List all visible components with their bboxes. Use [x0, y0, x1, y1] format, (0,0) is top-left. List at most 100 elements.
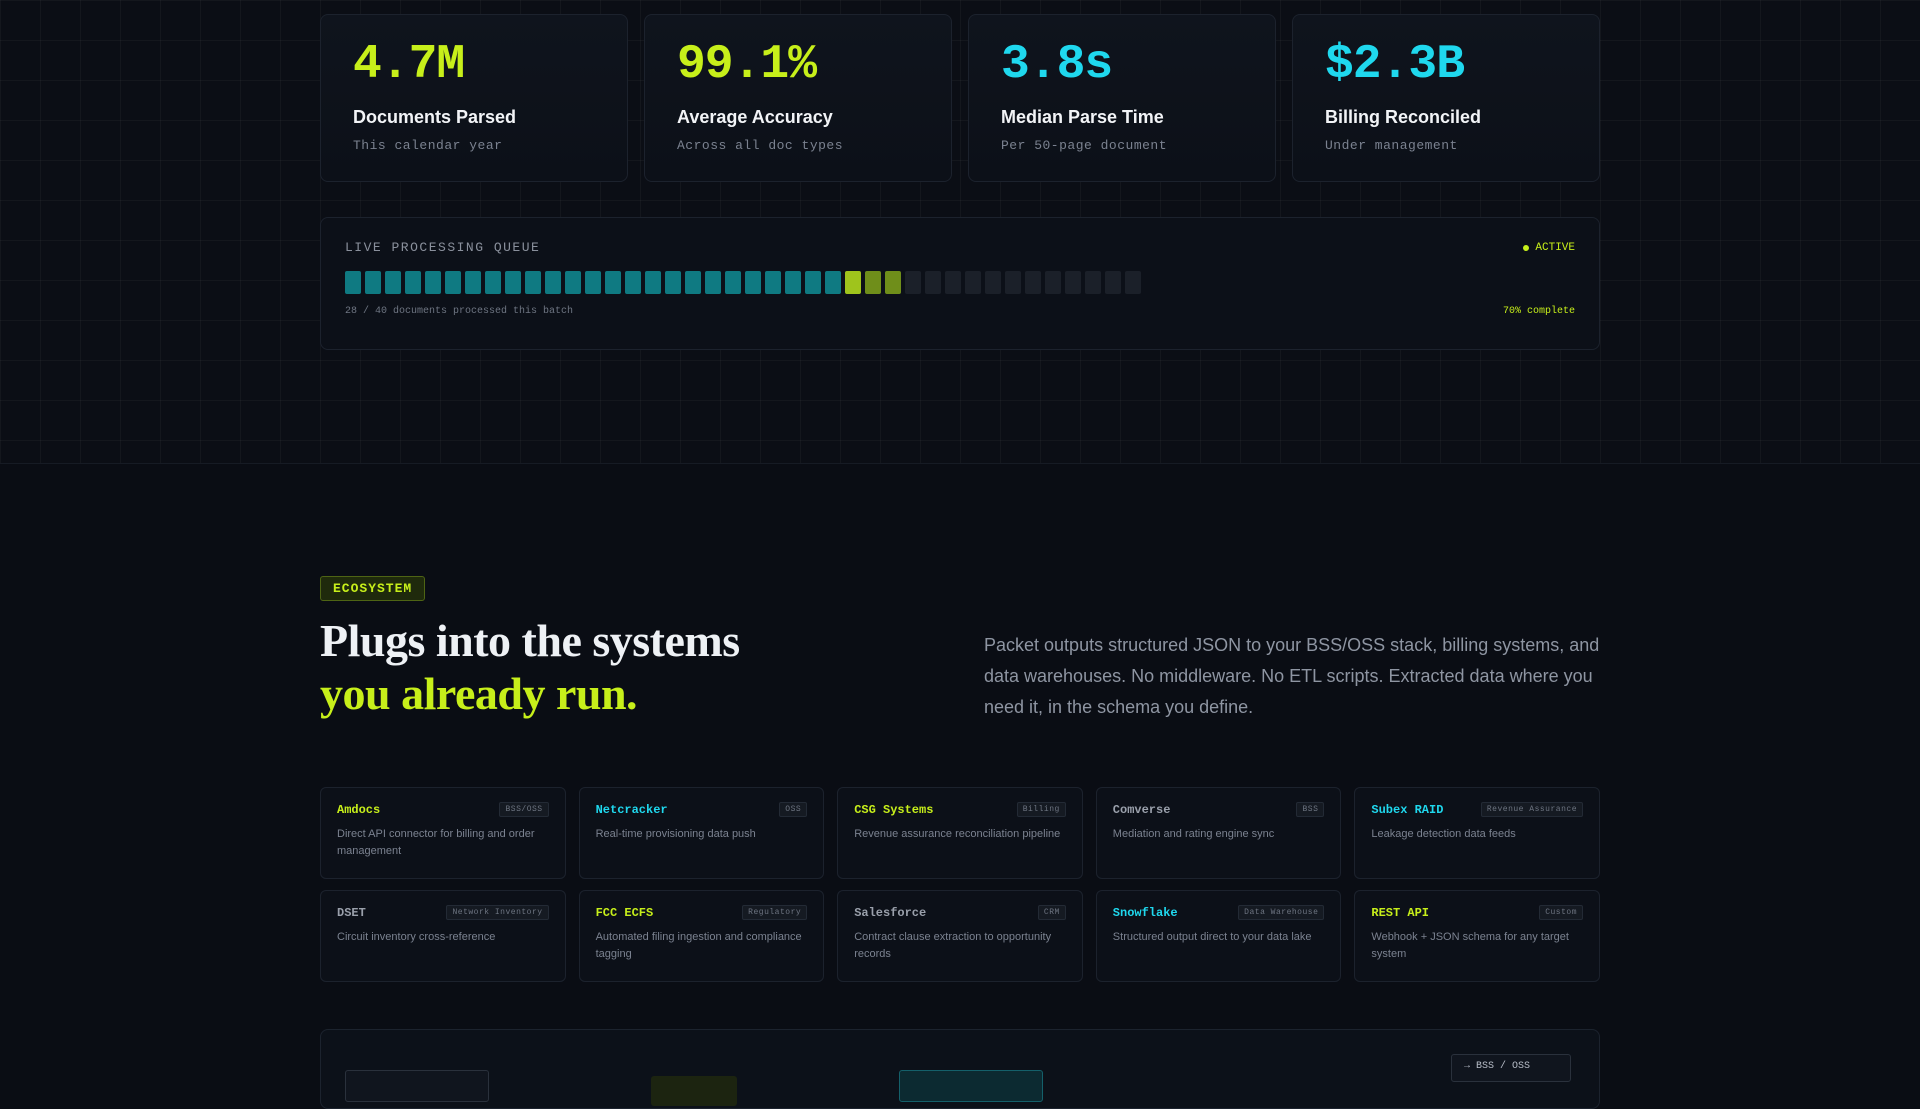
- stat-value: 3.8s: [1001, 38, 1113, 92]
- queue-status-text: ACTIVE: [1535, 241, 1575, 254]
- integration-description: Leakage detection data feeds: [1371, 828, 1516, 840]
- queue-status-badge: ACTIVE: [1523, 242, 1575, 254]
- queue-block: [625, 271, 641, 294]
- integration-description: Contract clause extraction to opportunit…: [854, 931, 1052, 960]
- integration-tag: Billing: [1016, 802, 1066, 817]
- integration-name: Comverse: [1112, 802, 1171, 817]
- integration-tag: BSS: [1296, 802, 1325, 817]
- integration-description: Real-time provisioning data push: [595, 828, 756, 840]
- stat-label: Median Parse Time: [1001, 107, 1164, 127]
- integration-tag: OSS: [779, 802, 808, 817]
- queue-block: [1085, 271, 1101, 294]
- integration-name: Netcracker: [595, 802, 668, 817]
- stat-label: Billing Reconciled: [1325, 107, 1482, 127]
- queue-block: [345, 271, 361, 294]
- queue-block: [925, 271, 941, 294]
- stat-subtext: Across all doc types: [677, 138, 844, 153]
- integration-description: Revenue assurance reconciliation pipelin…: [854, 828, 1061, 840]
- queue-block: [1025, 271, 1041, 294]
- stat-value: $2.3B: [1325, 38, 1465, 92]
- stat-value: 4.7M: [353, 38, 465, 92]
- queue-block: [785, 271, 801, 294]
- integration-description: Webhook + JSON schema for any target sys…: [1371, 931, 1569, 960]
- queue-title: LIVE PROCESSING QUEUE: [345, 240, 541, 255]
- section-badge: ECOSYSTEM: [320, 576, 426, 601]
- integration-tag: Custom: [1539, 905, 1583, 920]
- queue-block: [945, 271, 961, 294]
- integration-tag: CRM: [1037, 905, 1066, 920]
- integration-card-comverse[interactable]: Comverse BSS Mediation and rating engine …: [1095, 787, 1342, 879]
- queue-count-text: 28 / 40 documents processed this batch: [345, 306, 574, 317]
- queue-block: [865, 271, 881, 294]
- integration-grid: Amdocs BSS/OSS Direct API connector for b…: [320, 787, 1600, 982]
- queue-block: [645, 271, 661, 294]
- stat-label: Documents Parsed: [353, 107, 517, 127]
- integration-card-dset[interactable]: DSET Network Inventory Circuit inventory …: [320, 890, 566, 982]
- integration-name: Salesforce: [854, 905, 927, 920]
- queue-block: [1005, 271, 1021, 294]
- integration-name: Snowflake: [1112, 905, 1178, 920]
- stat-label: Average Accuracy: [677, 107, 833, 127]
- integration-name: DSET: [337, 905, 366, 920]
- queue-block: [605, 271, 621, 294]
- stat-card-average-accuracy: 99.1% Average Accuracy Across all doc ty…: [644, 14, 952, 182]
- integration-tag: Regulatory: [742, 905, 808, 920]
- queue-block: [805, 271, 821, 294]
- integration-card-csg-systems[interactable]: CSG Systems Billing Revenue assurance rec…: [837, 787, 1083, 879]
- integration-name: Amdocs: [337, 802, 381, 817]
- queue-block: [765, 271, 781, 294]
- queue-block: [585, 271, 601, 294]
- integration-tag: Network Inventory: [446, 905, 549, 920]
- integration-card-netcracker[interactable]: Netcracker OSS Real-time provisioning dat…: [578, 787, 825, 879]
- integration-name: CSG Systems: [854, 802, 934, 817]
- queue-block: [685, 271, 701, 294]
- stat-card-billing-reconciled: $2.3B Billing Reconciled Under managemen…: [1292, 14, 1600, 182]
- stats-row: 4.7M Documents Parsed This calendar year…: [320, 14, 1600, 182]
- integration-card-snowflake[interactable]: Snowflake Data Warehouse Structured outpu…: [1095, 890, 1342, 982]
- flow-output-node: [899, 1070, 1043, 1102]
- queue-block: [425, 271, 441, 294]
- integration-tag: Data Warehouse: [1238, 905, 1325, 920]
- queue-block: [985, 271, 1001, 294]
- stat-subtext: Under management: [1325, 138, 1458, 153]
- queue-block: [745, 271, 761, 294]
- integration-description: Automated filing ingestion and complianc…: [595, 931, 802, 960]
- queue-block: [1065, 271, 1081, 294]
- queue-block: [485, 271, 501, 294]
- queue-block: [885, 271, 901, 294]
- queue-block: [1105, 271, 1121, 294]
- queue-block: [505, 271, 521, 294]
- integration-description: Direct API connector for billing and ord…: [337, 828, 535, 857]
- queue-block: [365, 271, 381, 294]
- section-description: Packet outputs structured JSON to your B…: [984, 635, 1600, 717]
- integration-description: Mediation and rating engine sync: [1112, 828, 1275, 840]
- stat-value: 99.1%: [677, 38, 817, 92]
- integration-card-subex-raid[interactable]: Subex RAID Revenue Assurance Leakage dete…: [1354, 787, 1600, 879]
- integration-name: REST API: [1371, 905, 1429, 920]
- integration-description: Structured output direct to your data la…: [1112, 931, 1312, 943]
- integration-card-rest-api[interactable]: REST API Custom Webhook + JSON schema for…: [1354, 890, 1600, 982]
- integration-tag: BSS/OSS: [499, 802, 549, 817]
- queue-block: [665, 271, 681, 294]
- queue-percent-text: 70% complete: [1502, 306, 1575, 317]
- status-dot-icon: [1523, 244, 1530, 251]
- stat-card-median-parse-time: 3.8s Median Parse Time Per 50-page docum…: [968, 14, 1276, 182]
- queue-block: [1125, 271, 1141, 294]
- queue-block: [565, 271, 581, 294]
- flow-process-node: [651, 1076, 737, 1106]
- integration-card-amdocs[interactable]: Amdocs BSS/OSS Direct API connector for b…: [320, 787, 566, 879]
- processing-queue-panel: LIVE PROCESSING QUEUE ACTIVE 28 / 40 doc…: [320, 217, 1600, 350]
- heading-line-1: Plugs into the systems: [320, 615, 740, 666]
- integration-card-fcc-ecfs[interactable]: FCC ECFS Regulatory Automated filing inge…: [578, 890, 825, 982]
- queue-block: [465, 271, 481, 294]
- queue-block: [1045, 271, 1061, 294]
- stat-subtext: Per 50-page document: [1001, 138, 1168, 153]
- queue-block: [705, 271, 721, 294]
- heading-line-2: you already run.: [320, 668, 638, 719]
- data-flow-panel: → BSS / OSS: [320, 1029, 1600, 1109]
- queue-block: [845, 271, 861, 294]
- integration-card-salesforce[interactable]: Salesforce CRM Contract clause extraction…: [837, 890, 1083, 982]
- integration-description: Circuit inventory cross-reference: [337, 931, 496, 943]
- queue-block: [525, 271, 541, 294]
- queue-block: [385, 271, 401, 294]
